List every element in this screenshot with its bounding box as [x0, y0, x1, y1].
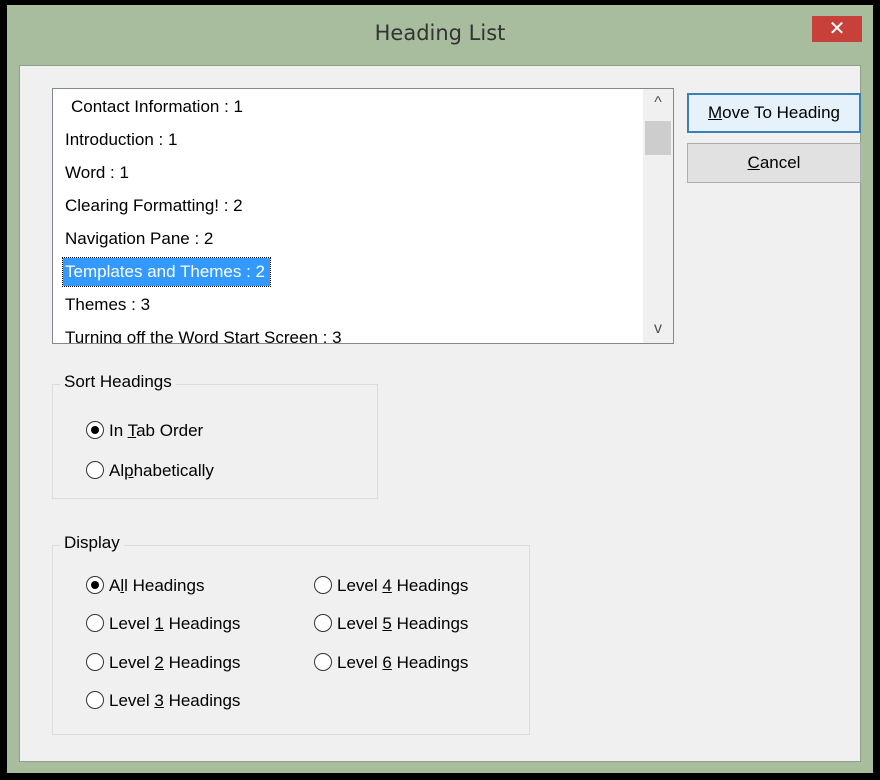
- radio-label: Alphabetically: [109, 461, 214, 480]
- scroll-up-icon[interactable]: ^: [643, 89, 673, 117]
- radio-label: Level 5 Headings: [337, 614, 469, 633]
- heading-list-item[interactable]: Clearing Formatting! : 2: [63, 192, 248, 220]
- dialog-client: Contact Information : 1 Introduction : 1 W…: [19, 65, 861, 762]
- heading-list-item[interactable]: Word : 1: [63, 159, 134, 187]
- radio-label: Level 1 Headings: [109, 614, 241, 633]
- scroll-thumb[interactable]: [645, 121, 671, 155]
- title-bar: Heading List ✕: [7, 5, 873, 65]
- heading-list-item[interactable]: Turning off the Word Start Screen : 3: [63, 324, 347, 343]
- radio-circle: [86, 653, 104, 671]
- radio-label: All Headings: [109, 576, 205, 595]
- radio-circle: [86, 421, 104, 439]
- close-icon: ✕: [828, 18, 846, 40]
- scroll-down-icon[interactable]: v: [643, 315, 673, 343]
- radio-circle: [86, 576, 104, 594]
- dialog-title: Heading List: [374, 21, 506, 45]
- cancel-button[interactable]: Cancel: [687, 143, 861, 183]
- close-button[interactable]: ✕: [812, 16, 862, 42]
- radio-circle: [314, 576, 332, 594]
- heading-list-item[interactable]: Templates and Themes : 2: [61, 257, 272, 287]
- radio-label: Level 4 Headings: [337, 576, 469, 595]
- vertical-scrollbar[interactable]: ^ v: [643, 89, 673, 343]
- heading-list-item[interactable]: Navigation Pane : 2: [63, 225, 218, 253]
- radio-circle: [86, 691, 104, 709]
- radio-circle: [314, 614, 332, 632]
- radio-circle: [314, 653, 332, 671]
- heading-list-item[interactable]: Contact Information : 1: [69, 93, 248, 121]
- radio-label: Level 6 Headings: [337, 653, 469, 672]
- cancel-label-rest: ancel: [759, 153, 801, 172]
- display-label: Display: [60, 533, 124, 553]
- heading-list-item[interactable]: Themes : 3: [63, 291, 155, 319]
- radio-label: Level 3 Headings: [109, 691, 241, 710]
- move-mnemonic: M: [707, 103, 723, 122]
- radio-label: Level 2 Headings: [109, 653, 241, 672]
- headings-listbox[interactable]: Contact Information : 1 Introduction : 1 W…: [52, 88, 674, 344]
- sort-headings-label: Sort Headings: [60, 372, 176, 392]
- heading-list-item[interactable]: Introduction : 1: [63, 126, 182, 154]
- sort-headings-group: [52, 384, 378, 499]
- radio-circle: [86, 614, 104, 632]
- move-label-rest: ove To Heading: [722, 103, 840, 122]
- dialog-window: Heading List ✕ Contact Information : 1 In…: [7, 5, 873, 773]
- move-to-heading-button[interactable]: Move To Heading: [687, 93, 861, 133]
- radio-circle: [86, 461, 104, 479]
- cancel-mnemonic: C: [747, 153, 760, 172]
- radio-label: In Tab Order: [109, 421, 204, 440]
